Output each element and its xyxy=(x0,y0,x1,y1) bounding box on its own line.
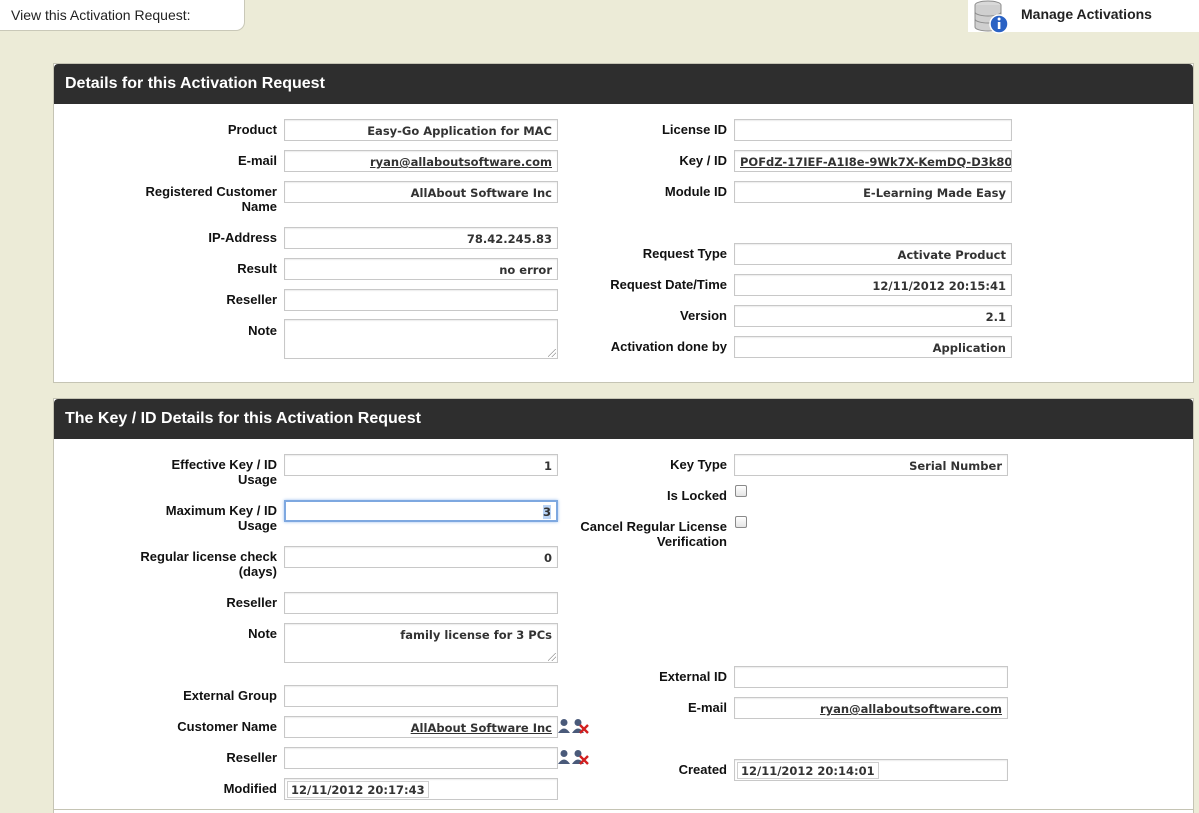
customer-name-label: Customer Name xyxy=(177,719,277,734)
effective-usage-label-line1: Effective Key / ID xyxy=(171,457,278,472)
reseller-field[interactable] xyxy=(284,289,558,311)
key-reseller-label: Reseller xyxy=(226,595,277,610)
key-email-label: E-mail xyxy=(687,700,727,715)
registered-customer-label-line1: Registered Customer xyxy=(145,184,277,199)
max-usage-value: 3 xyxy=(542,505,551,519)
cancel-verification-label: Cancel Regular License Verification xyxy=(540,519,727,549)
version-field[interactable]: 2.1 xyxy=(734,305,1012,327)
key-note-label: Note xyxy=(248,626,277,641)
modified-label: Modified xyxy=(223,781,277,796)
license-check-label: Regular license check (days) xyxy=(100,549,277,579)
view-request-tab: View this Activation Request: xyxy=(0,0,245,31)
license-id-label: License ID xyxy=(661,122,727,137)
version-label: Version xyxy=(680,308,727,323)
activation-by-label: Activation done by xyxy=(610,339,727,354)
user-remove-icon[interactable] xyxy=(572,719,589,734)
user-select-icon[interactable] xyxy=(558,719,570,733)
result-label: Result xyxy=(237,261,277,276)
activation-by-field[interactable]: Application xyxy=(734,336,1012,358)
key-email-link[interactable]: ryan@allaboutsoftware.com xyxy=(820,702,1002,716)
customer-name-field[interactable]: AllAbout Software Inc xyxy=(284,716,558,738)
resize-grip-icon[interactable] xyxy=(548,653,556,661)
product-field[interactable]: Easy-Go Application for MAC xyxy=(284,119,558,141)
license-check-label-line1: Regular license check xyxy=(140,549,277,564)
effective-usage-label-line2: Usage xyxy=(237,472,277,487)
registered-customer-field[interactable]: AllAbout Software Inc xyxy=(284,181,558,203)
request-date-field[interactable]: 12/11/2012 20:15:41 xyxy=(734,274,1012,296)
email-link[interactable]: ryan@allaboutsoftware.com xyxy=(370,155,552,169)
customer-name-link[interactable]: AllAbout Software Inc xyxy=(411,721,552,735)
ip-address-field[interactable]: 78.42.245.83 xyxy=(284,227,558,249)
external-id-field[interactable] xyxy=(734,666,1008,688)
max-usage-label-line1: Maximum Key / ID xyxy=(165,503,277,518)
result-field[interactable]: no error xyxy=(284,258,558,280)
user-select-remove-icons xyxy=(558,719,589,734)
module-id-label: Module ID xyxy=(664,184,727,199)
effective-usage-field[interactable]: 1 xyxy=(284,454,558,476)
panel-divider xyxy=(53,809,1194,810)
key-id-field[interactable]: POFdZ-17IEF-A1I8e-9Wk7X-KemDQ-D3k80 xyxy=(734,150,1012,172)
database-info-icon xyxy=(974,0,1009,34)
request-date-label: Request Date/Time xyxy=(610,277,727,292)
license-id-field[interactable] xyxy=(734,119,1012,141)
key-note-value: family license for 3 PCs xyxy=(400,628,552,642)
module-id-field[interactable]: E-Learning Made Easy xyxy=(734,181,1012,203)
created-value: 12/11/2012 20:14:01 xyxy=(737,762,879,779)
cancel-verification-label-line2: Verification xyxy=(656,534,727,549)
key-type-label: Key Type xyxy=(670,457,727,472)
license-check-field[interactable]: 0 xyxy=(284,546,558,568)
key-reseller-field[interactable] xyxy=(284,592,558,614)
external-id-label: External ID xyxy=(659,669,727,684)
key-reseller2-field[interactable] xyxy=(284,747,558,769)
resize-grip-icon[interactable] xyxy=(548,349,556,357)
top-bar: View this Activation Request: Manage Act… xyxy=(0,0,1199,34)
key-type-field[interactable]: Serial Number xyxy=(734,454,1008,476)
email-field[interactable]: ryan@allaboutsoftware.com xyxy=(284,150,558,172)
is-locked-checkbox[interactable] xyxy=(735,485,747,497)
registered-customer-label: Registered Customer Name xyxy=(100,184,277,214)
key-note-textarea[interactable]: family license for 3 PCs xyxy=(284,623,558,663)
ip-address-label: IP-Address xyxy=(208,230,277,245)
key-id-label: Key / ID xyxy=(679,153,727,168)
registered-customer-label-line2: Name xyxy=(241,199,277,214)
external-group-label: External Group xyxy=(183,688,277,703)
modified-field[interactable]: 12/11/2012 20:17:43 xyxy=(284,778,558,800)
key-reseller2-label: Reseller xyxy=(226,750,277,765)
manage-activations-link[interactable]: Manage Activations xyxy=(968,0,1199,34)
manage-activations-label: Manage Activations xyxy=(1021,6,1152,22)
modified-value: 12/11/2012 20:17:43 xyxy=(287,781,429,798)
max-usage-label: Maximum Key / ID Usage xyxy=(100,503,277,533)
product-label: Product xyxy=(227,122,277,137)
request-type-field[interactable]: Activate Product xyxy=(734,243,1012,265)
reseller-label: Reseller xyxy=(226,292,277,307)
is-locked-label: Is Locked xyxy=(667,488,727,503)
request-type-label: Request Type xyxy=(642,246,727,261)
max-usage-label-line2: Usage xyxy=(237,518,277,533)
key-email-field[interactable]: ryan@allaboutsoftware.com xyxy=(734,697,1008,719)
effective-usage-label: Effective Key / ID Usage xyxy=(100,457,278,487)
note-label: Note xyxy=(248,323,277,338)
cancel-verification-checkbox[interactable] xyxy=(735,516,747,528)
created-label: Created xyxy=(678,762,727,777)
email-label: E-mail xyxy=(237,153,277,168)
cancel-verification-label-line1: Cancel Regular License xyxy=(580,519,727,534)
note-textarea[interactable] xyxy=(284,319,558,359)
external-group-field[interactable] xyxy=(284,685,558,707)
key-id-link[interactable]: POFdZ-17IEF-A1I8e-9Wk7X-KemDQ-D3k80 xyxy=(740,155,1011,169)
license-check-label-line2: (days) xyxy=(238,564,277,579)
max-usage-input[interactable]: 3 xyxy=(284,500,558,522)
created-field[interactable]: 12/11/2012 20:14:01 xyxy=(734,759,1008,781)
key-details-panel-title: The Key / ID Details for this Activation… xyxy=(54,399,1193,439)
details-panel-title: Details for this Activation Request xyxy=(54,64,1193,104)
